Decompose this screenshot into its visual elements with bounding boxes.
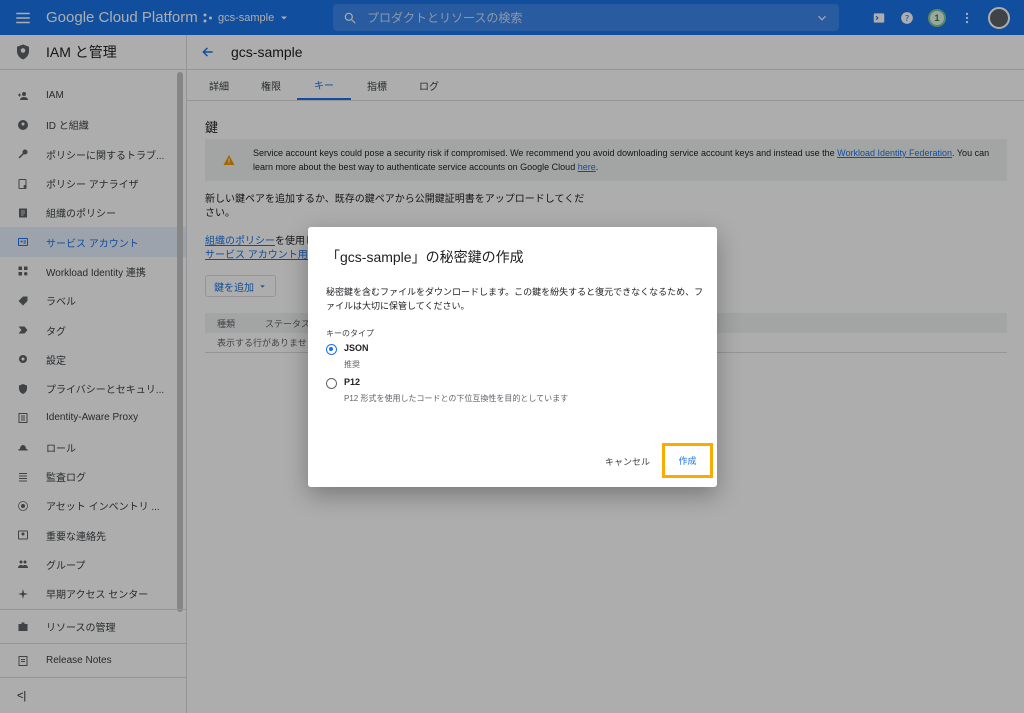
json-radio[interactable] — [326, 344, 337, 355]
json-sub: 推奨 — [344, 360, 360, 369]
p12-radio[interactable] — [326, 378, 337, 389]
radio-option-json[interactable]: JSON 推奨 — [326, 343, 369, 370]
p12-sub: P12 形式を使用したコードとの下位互換性を目的としています — [344, 394, 569, 403]
create-key-dialog: 「gcs-sample」の秘密鍵の作成 秘密鍵を含むファイルをダウンロードします… — [308, 227, 717, 487]
cancel-button[interactable]: キャンセル — [605, 455, 650, 468]
key-type-label: キーのタイプ — [326, 329, 374, 338]
create-button[interactable]: 作成 — [662, 443, 713, 478]
json-label: JSON — [344, 343, 369, 353]
dialog-description: 秘密鍵を含むファイルをダウンロードします。この鍵を紛失すると復元できなくなるため… — [326, 287, 704, 311]
radio-option-p12[interactable]: P12 P12 形式を使用したコードとの下位互換性を目的としています — [326, 377, 568, 404]
p12-label: P12 — [344, 377, 361, 387]
dialog-title: 「gcs-sample」の秘密鍵の作成 — [326, 249, 524, 265]
